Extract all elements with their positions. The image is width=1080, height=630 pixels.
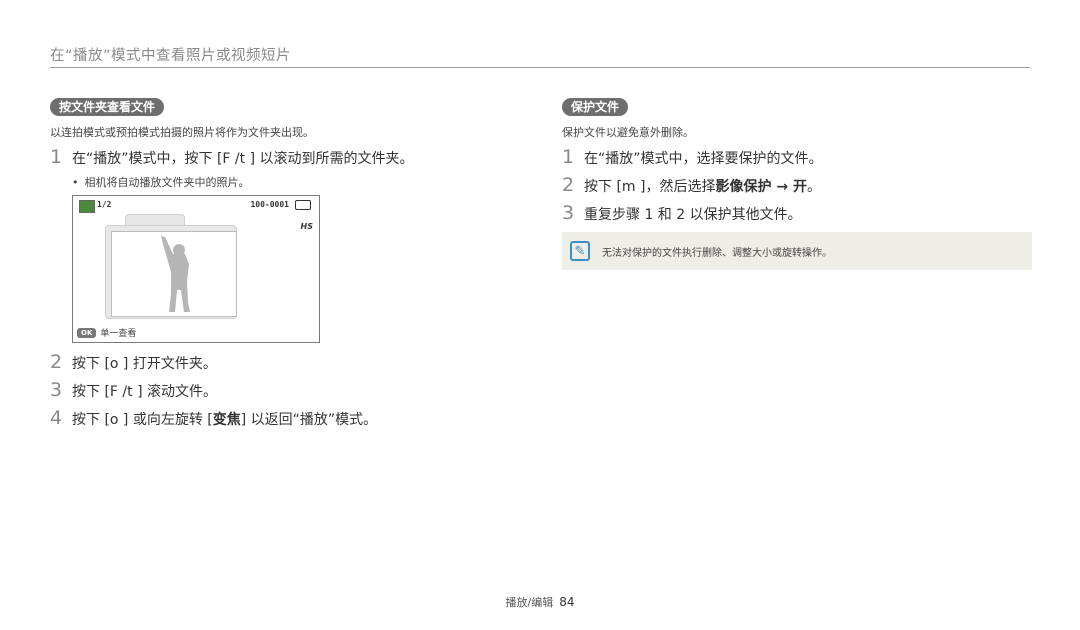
screen-status-bar: 1/2 100-0001 (73, 196, 319, 214)
page-number: 84 (559, 595, 575, 609)
step-text-bold: 变焦 (212, 412, 241, 428)
step-3-protect: 3 重复步骤 1 和 2 以保护其他文件。 (562, 202, 802, 224)
section-label-folder: 按文件夹查看文件 (50, 98, 165, 116)
section-label-protect: 保护文件 (562, 98, 629, 116)
person-silhouette-icon (161, 236, 190, 312)
step-number: 1 (50, 146, 63, 168)
step-text-post: 。 (806, 179, 821, 195)
step-text-pre: 按下 [m ]，然后选择 (584, 179, 716, 195)
step-3-folder: 3 按下 [F /t ] 滚动文件。 (50, 379, 217, 401)
section-intro-protect: 保护文件以避免意外删除。 (562, 126, 694, 139)
step-2-protect: 2 按下 [m ]，然后选择影像保护 → 开。 (562, 174, 821, 196)
step-text-post: ] 以返回“播放”模式。 (240, 412, 378, 428)
step-text-pre: 按下 [o ] 或向左旋转 [ (72, 412, 213, 428)
step-number: 1 (562, 146, 575, 168)
step-1-protect: 1 在“播放”模式中，选择要保护的文件。 (562, 146, 823, 168)
section-intro-folder: 以连拍模式或预拍模式拍摄的照片将作为文件夹出现。 (50, 126, 314, 139)
footer-section: 播放/编辑 (505, 596, 554, 609)
camera-screen-illustration: 1/2 100-0001 HS OK 单一查看 (72, 195, 320, 343)
step-text: 在“播放”模式中，选择要保护的文件。 (584, 151, 823, 167)
step-text: 重复步骤 1 和 2 以保护其他文件。 (584, 207, 802, 223)
step-text: 按下 [m ]，然后选择影像保护 → 开。 (584, 176, 821, 196)
page-header-title: 在“播放”模式中查看照片或视频短片 (50, 48, 292, 64)
note-pencil-icon: ✎ (570, 241, 590, 261)
playback-thumbnail-icon (79, 200, 95, 213)
step-number: 2 (562, 174, 575, 196)
ok-key-icon: OK (77, 327, 97, 338)
note-box: ✎ 无法对保护的文件执行删除、调整大小或旋转操作。 (562, 232, 1032, 270)
screen-hs-mode: HS (300, 222, 313, 231)
step-text: 按下 [o ] 或向左旋转 [变焦] 以返回“播放”模式。 (72, 409, 377, 429)
step-text: 按下 [o ] 打开文件夹。 (72, 356, 217, 372)
step-number: 3 (50, 379, 63, 401)
step-text-bold: 影像保护 → 开 (715, 179, 807, 195)
screen-file-count: 1/2 (97, 200, 112, 209)
battery-icon (295, 200, 311, 210)
step-number: 3 (562, 202, 575, 224)
step-text: 按下 [F /t ] 滚动文件。 (72, 384, 217, 400)
page-footer: 播放/编辑 84 (0, 594, 1080, 610)
step-1-bullet: 相机将自动播放文件夹中的照片。 (72, 174, 250, 190)
step-text: 在“播放”模式中，按下 [F /t ] 以滚动到所需的文件夹。 (72, 151, 414, 167)
header-divider (50, 67, 1030, 68)
screen-ok-hint: OK 单一查看 (77, 326, 136, 339)
step-number: 4 (50, 407, 63, 429)
step-2-folder: 2 按下 [o ] 打开文件夹。 (50, 351, 217, 373)
step-number: 2 (50, 351, 63, 373)
step-4-folder: 4 按下 [o ] 或向左旋转 [变焦] 以返回“播放”模式。 (50, 407, 377, 429)
note-text: 无法对保护的文件执行删除、调整大小或旋转操作。 (602, 247, 832, 259)
ok-hint-label: 单一查看 (100, 329, 137, 339)
screen-file-number: 100-0001 (250, 200, 289, 209)
step-1-folder: 1 在“播放”模式中，按下 [F /t ] 以滚动到所需的文件夹。 (50, 146, 414, 168)
